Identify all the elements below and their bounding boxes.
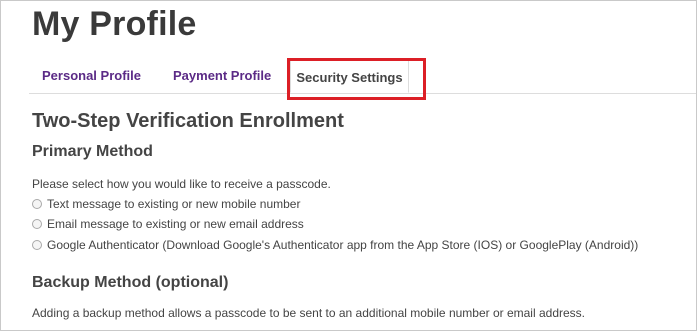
profile-page: My Profile Personal Profile Payment Prof… [0, 0, 697, 331]
radio-button[interactable] [32, 219, 42, 229]
backup-method-heading: Backup Method (optional) [32, 274, 229, 291]
google-authenticator-option[interactable]: Google Authenticator (Download Google's … [32, 236, 638, 254]
tab-payment-profile[interactable]: Payment Profile [173, 59, 271, 93]
radio-button[interactable] [32, 240, 42, 250]
profile-tab-bar: Personal Profile Payment Profile Securit… [29, 59, 696, 94]
passcode-prompt: Please select how you would like to rece… [32, 177, 331, 191]
page-title: My Profile [32, 5, 197, 43]
email-message-option[interactable]: Email message to existing or new email a… [32, 215, 304, 233]
tab-personal-profile[interactable]: Personal Profile [42, 59, 141, 93]
primary-method-heading: Primary Method [32, 143, 153, 160]
radio-label: Text message to existing or new mobile n… [47, 197, 301, 211]
backup-method-description: Adding a backup method allows a passcode… [32, 306, 586, 320]
enrollment-heading: Two-Step Verification Enrollment [32, 110, 344, 132]
radio-label: Google Authenticator (Download Google's … [47, 238, 639, 252]
text-message-option[interactable]: Text message to existing or new mobile n… [32, 195, 300, 213]
radio-button[interactable] [32, 199, 42, 209]
radio-label: Email message to existing or new email a… [47, 217, 304, 231]
tab-security-settings[interactable]: Security Settings [290, 60, 409, 93]
